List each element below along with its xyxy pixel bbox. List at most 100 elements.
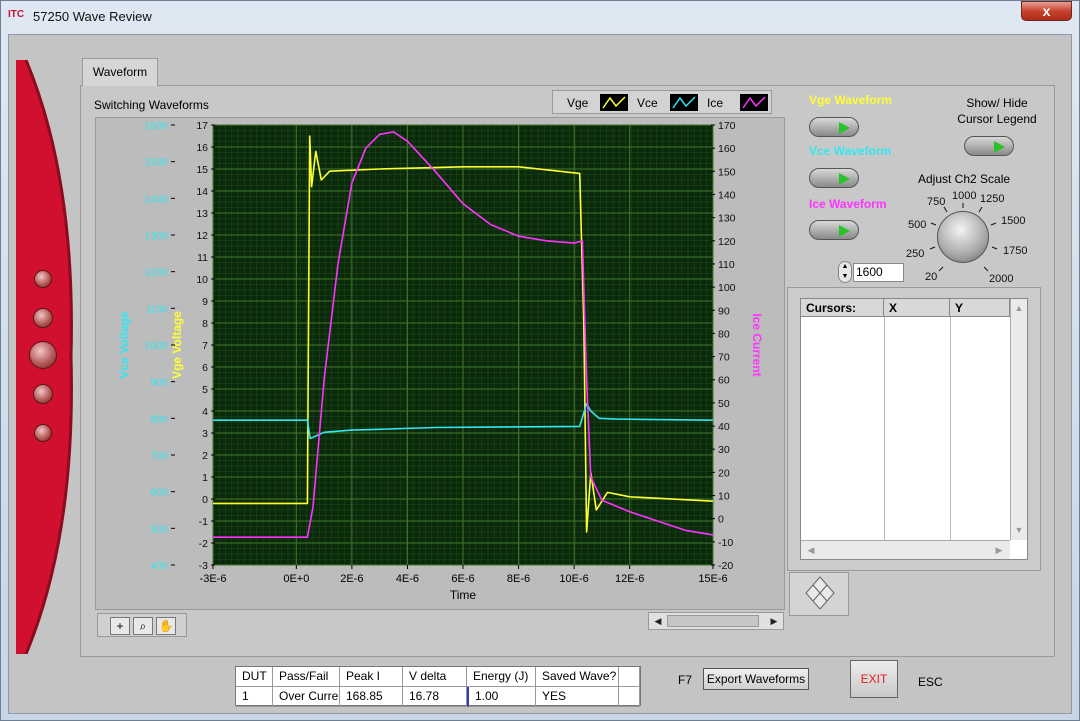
cursor-legend-toggle[interactable] <box>964 136 1014 156</box>
scroll-down-arrow-icon[interactable]: ▼ <box>1011 523 1027 537</box>
vce-axis-tick-label: 1500 <box>145 157 169 169</box>
scroll-thumb[interactable] <box>667 615 759 627</box>
x-tick-label: 4E-6 <box>396 573 419 585</box>
x-tick-label: 10E-6 <box>559 573 588 585</box>
legend-vge-swatch[interactable] <box>600 94 628 111</box>
switching-waveform-chart[interactable]: -3E-6 0E+0 2E-6 4E-6 6E-6 8E-6 10E-6 12E-6 15E-6… <box>95 117 785 610</box>
ice-waveform-label: Ice Waveform <box>809 197 887 211</box>
plot-legend: Vge Vce Ice <box>552 90 772 114</box>
ice-axis-tick-label: 150 <box>718 166 736 178</box>
x-tick-label: 15E-6 <box>698 573 727 585</box>
vce-axis-tick-label: 1300 <box>145 230 169 242</box>
export-waveforms-button[interactable]: Export Waveforms <box>703 668 809 690</box>
scroll-right-arrow-icon[interactable]: ▶ <box>766 614 782 628</box>
indicator-led-2 <box>33 308 53 328</box>
vce-axis-tick-label: 1400 <box>145 193 169 205</box>
exit-button[interactable]: EXIT <box>850 660 898 698</box>
vce-axis-tick-label: 1000 <box>145 340 169 352</box>
ch2-scale-input[interactable]: 1600 <box>853 263 904 282</box>
indicator-led-1 <box>34 270 52 288</box>
ice-axis-tick-label: 10 <box>718 491 730 503</box>
results-cell-saved-wave: YES <box>536 687 619 707</box>
cursor-move-diamond-icon <box>805 576 835 610</box>
results-cell-energy: 1.00 <box>467 687 536 707</box>
ice-axis-tick-label: 170 <box>718 120 736 132</box>
results-header: Pass/Fail <box>273 667 340 687</box>
ice-axis-tick-label: 0 <box>718 514 724 526</box>
results-cell-peak-i: 168.85 <box>340 687 403 707</box>
adjust-ch2-scale-label: Adjust Ch2 Scale <box>918 172 1011 186</box>
x-tick-label: 0E+0 <box>283 573 309 585</box>
legend-vge-label: Vge <box>567 96 589 110</box>
vge-axis-tick-label: 17 <box>196 120 208 132</box>
vce-axis-tick-label: 600 <box>150 487 168 499</box>
x-tick-label: -3E-6 <box>200 573 227 585</box>
ch2-scale-numeric: ▲ ▼ 1600 <box>838 261 904 283</box>
zoom-icon[interactable]: ⌕ <box>133 617 153 635</box>
show-hide-cursor-legend-label: Show/ Hide Cursor Legend <box>957 96 1037 126</box>
ice-axis-tick-label: 70 <box>718 352 730 364</box>
vge-waveform-toggle[interactable] <box>809 117 859 137</box>
ice-axis-tick-label: 130 <box>718 213 736 225</box>
close-button[interactable]: x <box>1021 1 1072 21</box>
x-tick-label: 8E-6 <box>507 573 530 585</box>
vce-waveform-label: Vce Waveform <box>809 144 892 158</box>
x-tick-label: 6E-6 <box>451 573 474 585</box>
ice-axis-tick-label: 60 <box>718 375 730 387</box>
toggle-on-indicator-icon <box>839 122 850 134</box>
results-header <box>619 667 640 687</box>
vge-axis-tick-label: 15 <box>196 164 208 176</box>
scroll-right-arrow-icon[interactable]: ▶ <box>991 543 1007 557</box>
knob-tick-marks <box>929 203 998 272</box>
vce-waveform-toggle[interactable] <box>809 168 859 188</box>
scroll-left-arrow-icon[interactable]: ◀ <box>803 543 819 557</box>
vge-axis-tick-label: 14 <box>196 186 208 198</box>
esc-shortcut-label: ESC <box>918 675 943 689</box>
legend-ice-swatch[interactable] <box>740 94 768 111</box>
results-header: Saved Wave? <box>536 667 619 687</box>
graph-horizontal-scrollbar[interactable]: ◀ ▶ <box>648 612 784 630</box>
column-divider <box>950 317 951 540</box>
cursor-header-name: Cursors: <box>801 299 884 317</box>
vge-axis-tick-label: 13 <box>196 208 208 220</box>
cursor-table-horizontal-scrollbar[interactable]: ◀ ▶ <box>801 540 1010 559</box>
vge-axis-tick-label: 6 <box>202 362 208 374</box>
results-cell-dut: 1 <box>236 687 273 707</box>
x-axis-label: Time <box>450 588 477 602</box>
graph-palette: + ⌕ ✋ <box>97 613 187 637</box>
cursor-move-control[interactable] <box>789 572 849 616</box>
results-cell-empty <box>619 687 640 707</box>
app-icon: ITC <box>8 9 25 20</box>
legend-ice-label: Ice <box>707 96 724 110</box>
scroll-up-arrow-icon[interactable]: ▲ <box>1011 301 1027 315</box>
scroll-left-arrow-icon[interactable]: ◀ <box>650 614 666 628</box>
ice-axis-tick-label: 140 <box>718 189 736 201</box>
vge-axis-tick-label: -3 <box>199 560 208 572</box>
cursor-table-vertical-scrollbar[interactable]: ▲ ▼ <box>1010 299 1027 540</box>
vge-axis-tick-label: -1 <box>199 516 208 528</box>
indicator-led-4 <box>33 384 53 404</box>
results-table: DUT Pass/Fail Peak I V delta Energy (J) … <box>235 666 641 707</box>
vce-axis-tick-label: 700 <box>150 450 168 462</box>
legend-vce-swatch[interactable] <box>670 94 698 111</box>
ice-axis-tick-label: 20 <box>718 467 730 479</box>
ice-axis-tick-label: 50 <box>718 398 730 410</box>
vce-axis-tick-label: 800 <box>150 413 168 425</box>
tab-waveform[interactable]: Waveform <box>82 58 158 86</box>
toggle-on-indicator-icon <box>839 225 850 237</box>
vge-axis-tick-label: 8 <box>202 318 208 330</box>
vce-axis-label: Vce Voltage <box>117 311 131 378</box>
pan-hand-icon[interactable]: ✋ <box>156 617 176 635</box>
ice-axis-tick-label: 160 <box>718 143 736 155</box>
vce-axis-tick-label: 1100 <box>145 303 168 315</box>
column-divider <box>884 317 885 540</box>
f7-shortcut-label: F7 <box>678 673 693 687</box>
cursor-table[interactable]: Cursors: X Y ▲ ▼ ◀ ▶ <box>800 298 1028 560</box>
spin-arrows-icon[interactable]: ▲ ▼ <box>838 261 852 283</box>
ice-axis-tick-label: 100 <box>718 282 736 294</box>
ice-axis-tick-label: 80 <box>718 328 730 340</box>
ice-axis-tick-label: -10 <box>718 537 733 549</box>
vge-axis-tick-label: 2 <box>202 450 208 462</box>
ice-waveform-toggle[interactable] <box>809 220 859 240</box>
crosshair-icon[interactable]: + <box>110 617 130 635</box>
